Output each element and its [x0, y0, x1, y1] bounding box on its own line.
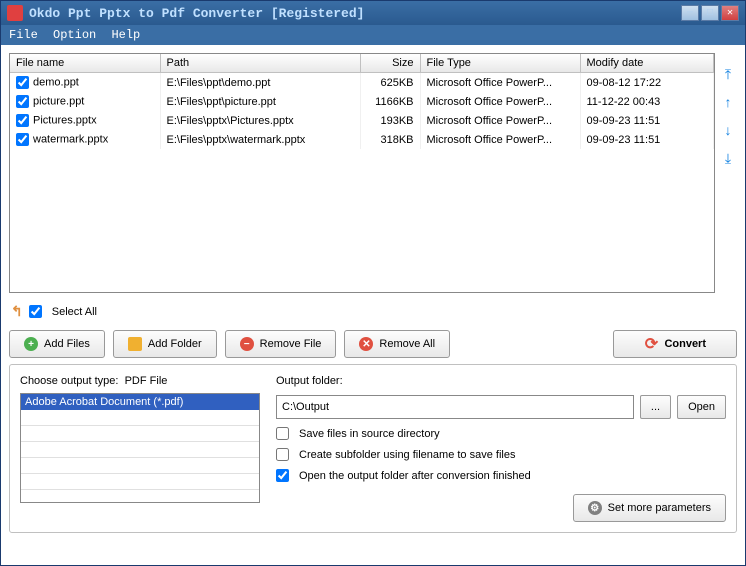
file-table-wrap: File name Path Size File Type Modify dat…	[9, 53, 715, 293]
file-name: picture.ppt	[33, 95, 84, 107]
output-folder-section: Output folder: ... Open Save files in so…	[276, 375, 726, 522]
move-down-button[interactable]: ↓	[719, 121, 737, 139]
select-all-row: ↰ Select All	[9, 299, 737, 324]
select-all-checkbox[interactable]	[29, 305, 42, 318]
file-date: 11-12-22 00:43	[580, 92, 714, 111]
row-checkbox[interactable]	[16, 114, 29, 127]
file-size: 193KB	[360, 111, 420, 130]
convert-label: Convert	[664, 338, 706, 350]
file-table: File name Path Size File Type Modify dat…	[10, 54, 714, 149]
reorder-controls: ⤒ ↑ ↓ ⤓	[719, 53, 737, 293]
file-type: Microsoft Office PowerP...	[420, 92, 580, 111]
move-up-button[interactable]: ↑	[719, 93, 737, 111]
file-date: 09-09-23 11:51	[580, 111, 714, 130]
maximize-button[interactable]: □	[701, 5, 719, 21]
menu-file[interactable]: File	[9, 28, 38, 42]
row-checkbox[interactable]	[16, 95, 29, 108]
output-folder-input[interactable]	[276, 395, 634, 419]
app-icon	[7, 5, 23, 21]
add-folder-button[interactable]: Add Folder	[113, 330, 217, 358]
col-path[interactable]: Path	[160, 54, 360, 73]
up-folder-icon[interactable]: ↰	[11, 303, 23, 320]
output-type-list[interactable]: Adobe Acrobat Document (*.pdf)	[20, 393, 260, 503]
close-button[interactable]: ✕	[721, 5, 739, 21]
action-buttons: + Add Files Add Folder − Remove File ✕ R…	[9, 330, 737, 358]
file-path: E:\Files\ppt\demo.ppt	[160, 73, 360, 93]
create-subfolder-label: Create subfolder using filename to save …	[299, 449, 515, 461]
create-subfolder-row: Create subfolder using filename to save …	[276, 448, 726, 461]
move-bottom-button[interactable]: ⤓	[719, 149, 737, 167]
open-after-label: Open the output folder after conversion …	[299, 470, 531, 482]
gear-icon: ⚙	[588, 501, 602, 515]
add-files-button[interactable]: + Add Files	[9, 330, 105, 358]
window-title: Okdo Ppt Pptx to Pdf Converter [Register…	[29, 6, 681, 21]
file-name: Pictures.pptx	[33, 114, 97, 126]
menu-help[interactable]: Help	[111, 28, 140, 42]
save-source-row: Save files in source directory	[276, 427, 726, 440]
file-date: 09-08-12 17:22	[580, 73, 714, 93]
save-source-checkbox[interactable]	[276, 427, 289, 440]
convert-icon: ⟳	[644, 337, 658, 351]
add-icon: +	[24, 337, 38, 351]
app-window: Okdo Ppt Pptx to Pdf Converter [Register…	[0, 0, 746, 566]
minimize-button[interactable]: ─	[681, 5, 699, 21]
more-params-button[interactable]: ⚙ Set more parameters	[573, 494, 726, 522]
file-type: Microsoft Office PowerP...	[420, 130, 580, 149]
menu-option[interactable]: Option	[53, 28, 96, 42]
file-size: 318KB	[360, 130, 420, 149]
remove-all-icon: ✕	[359, 337, 373, 351]
remove-file-label: Remove File	[260, 338, 322, 350]
row-checkbox[interactable]	[16, 133, 29, 146]
file-path: E:\Files\pptx\watermark.pptx	[160, 130, 360, 149]
add-folder-label: Add Folder	[148, 338, 202, 350]
output-folder-row: ... Open	[276, 395, 726, 419]
output-type-value: PDF File	[125, 375, 168, 387]
remove-file-button[interactable]: − Remove File	[225, 330, 337, 358]
remove-icon: −	[240, 337, 254, 351]
open-folder-button[interactable]: Open	[677, 395, 726, 419]
window-controls: ─ □ ✕	[681, 5, 739, 21]
save-source-label: Save files in source directory	[299, 428, 440, 440]
output-folder-label: Output folder:	[276, 375, 726, 387]
file-path: E:\Files\pptx\Pictures.pptx	[160, 111, 360, 130]
select-all-label: Select All	[52, 306, 97, 318]
titlebar: Okdo Ppt Pptx to Pdf Converter [Register…	[1, 1, 745, 25]
folder-icon	[128, 337, 142, 351]
add-files-label: Add Files	[44, 338, 90, 350]
content-area: File name Path Size File Type Modify dat…	[1, 45, 745, 565]
move-top-button[interactable]: ⤒	[719, 65, 737, 83]
col-modify[interactable]: Modify date	[580, 54, 714, 73]
create-subfolder-checkbox[interactable]	[276, 448, 289, 461]
file-date: 09-09-23 11:51	[580, 130, 714, 149]
open-after-row: Open the output folder after conversion …	[276, 469, 726, 482]
col-filetype[interactable]: File Type	[420, 54, 580, 73]
browse-button[interactable]: ...	[640, 395, 671, 419]
output-type-item[interactable]: Adobe Acrobat Document (*.pdf)	[21, 394, 259, 410]
col-size[interactable]: Size	[360, 54, 420, 73]
menubar: File Option Help	[1, 25, 745, 45]
file-path: E:\Files\ppt\picture.ppt	[160, 92, 360, 111]
file-name: watermark.pptx	[33, 133, 108, 145]
file-list-area: File name Path Size File Type Modify dat…	[9, 53, 737, 293]
convert-button[interactable]: ⟳ Convert	[613, 330, 737, 358]
row-checkbox[interactable]	[16, 76, 29, 89]
table-row[interactable]: demo.ppt E:\Files\ppt\demo.ppt625KBMicros…	[10, 73, 714, 93]
output-type-section: Choose output type: PDF File Adobe Acrob…	[20, 375, 260, 522]
remove-all-button[interactable]: ✕ Remove All	[344, 330, 450, 358]
table-row[interactable]: Pictures.pptx E:\Files\pptx\Pictures.pptx…	[10, 111, 714, 130]
table-row[interactable]: picture.ppt E:\Files\ppt\picture.ppt1166K…	[10, 92, 714, 111]
remove-all-label: Remove All	[379, 338, 435, 350]
file-type: Microsoft Office PowerP...	[420, 73, 580, 93]
col-filename[interactable]: File name	[10, 54, 160, 73]
output-type-label: Choose output type: PDF File	[20, 375, 260, 387]
more-params-label: Set more parameters	[608, 502, 711, 514]
open-after-checkbox[interactable]	[276, 469, 289, 482]
table-row[interactable]: watermark.pptx E:\Files\pptx\watermark.pp…	[10, 130, 714, 149]
file-type: Microsoft Office PowerP...	[420, 111, 580, 130]
output-panel: Choose output type: PDF File Adobe Acrob…	[9, 364, 737, 533]
file-size: 1166KB	[360, 92, 420, 111]
file-name: demo.ppt	[33, 76, 79, 88]
file-size: 625KB	[360, 73, 420, 93]
